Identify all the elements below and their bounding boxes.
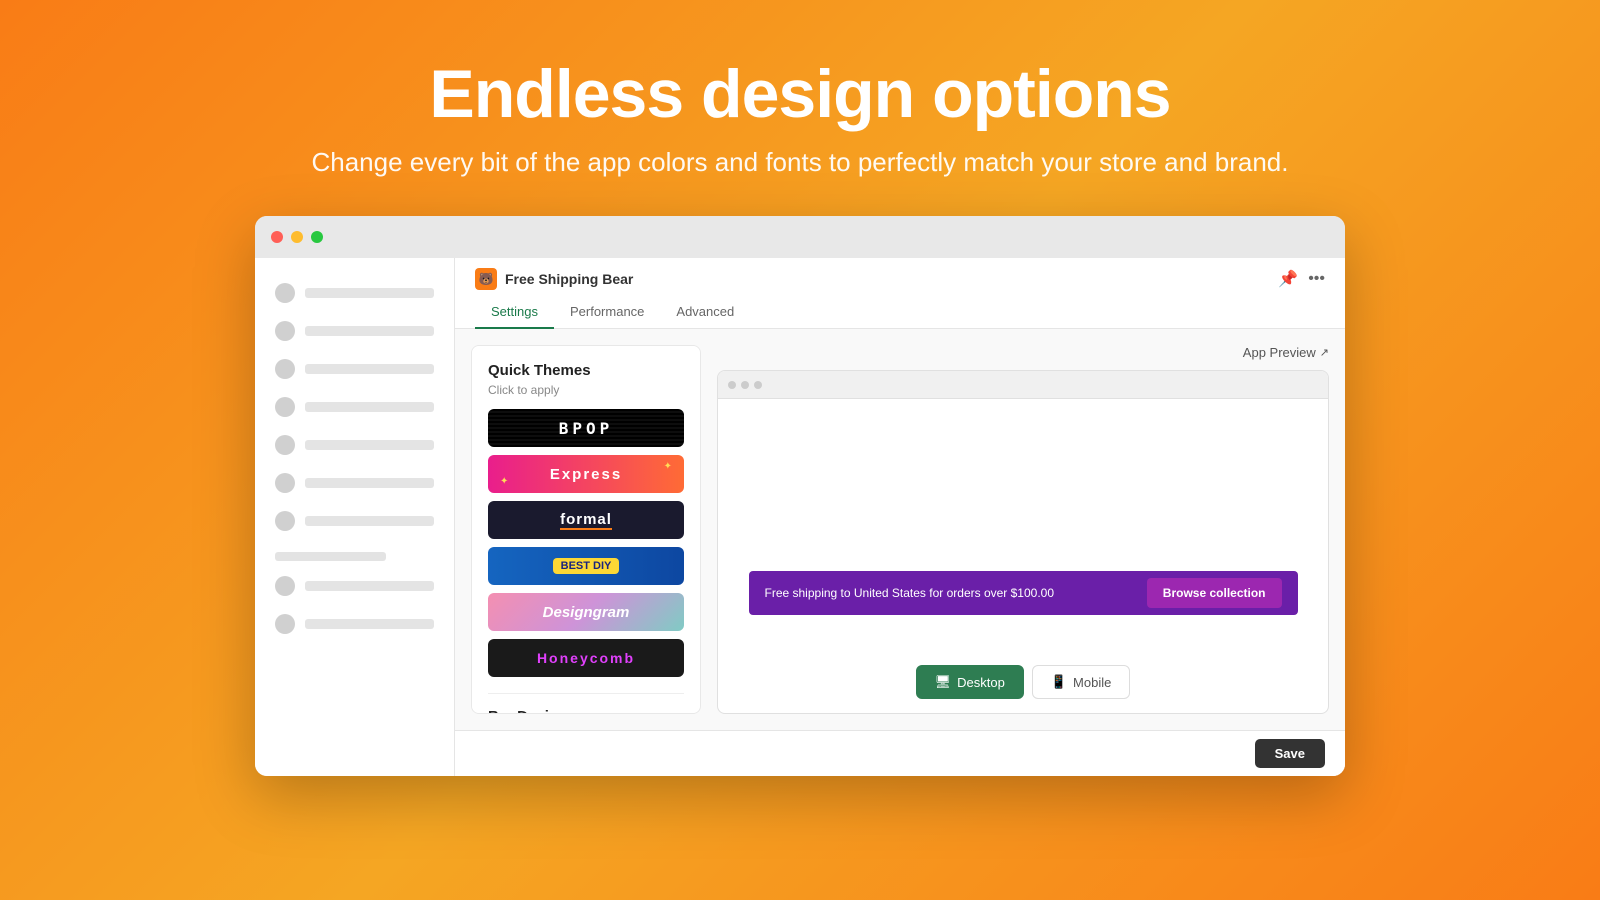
- sidebar-item-analytics[interactable]: [255, 426, 454, 464]
- mini-dot-1: [728, 381, 736, 389]
- app-preview-link[interactable]: App Preview ↗: [1243, 345, 1329, 360]
- browser-dot-yellow[interactable]: [291, 231, 303, 243]
- bar-design-section: Bar Design Toggle: [488, 693, 684, 714]
- app-preview-label: App Preview: [1243, 345, 1316, 360]
- sidebar-item-orders[interactable]: [255, 312, 454, 350]
- theme-honeycomb-label: Honeycomb: [537, 650, 635, 666]
- sidebar-label-online-store: [305, 581, 434, 591]
- mini-dot-2: [741, 381, 749, 389]
- sparkle-icon: ✦: [664, 461, 672, 472]
- sidebar: [255, 258, 455, 776]
- sidebar-label-home: [305, 288, 434, 298]
- tab-advanced[interactable]: Advanced: [660, 296, 750, 329]
- more-icon[interactable]: •••: [1308, 270, 1325, 288]
- browser-dot-red[interactable]: [271, 231, 283, 243]
- bar-design-title: Bar Design: [488, 708, 684, 714]
- browser-chrome: [255, 216, 1345, 258]
- browser-dot-green[interactable]: [311, 231, 323, 243]
- save-button[interactable]: Save: [1255, 739, 1325, 768]
- customers-icon: [275, 397, 295, 417]
- theme-bpop-label: BPOP: [559, 419, 614, 438]
- online-store-icon: [275, 576, 295, 596]
- sidebar-section: [255, 540, 454, 567]
- desktop-button[interactable]: 🖥 Desktop: [916, 665, 1024, 699]
- analytics-icon: [275, 435, 295, 455]
- hero-subtitle: Change every bit of the app colors and f…: [311, 147, 1288, 178]
- tab-settings[interactable]: Settings: [475, 296, 554, 329]
- app-title-right: 📌 •••: [1278, 269, 1325, 289]
- content-area: Quick Themes Click to apply BPOP Express…: [455, 329, 1345, 730]
- sidebar-label-customers: [305, 402, 434, 412]
- browse-collection-button[interactable]: Browse collection: [1147, 578, 1282, 608]
- app-bear-icon: 🐻: [475, 268, 497, 290]
- right-panel: App Preview ↗: [717, 345, 1329, 714]
- sidebar-label-analytics: [305, 440, 434, 450]
- sidebar-label-apps: [305, 516, 434, 526]
- app-title: Free Shipping Bear: [505, 271, 633, 287]
- quick-themes-subtitle: Click to apply: [488, 383, 684, 397]
- pos-icon: [275, 614, 295, 634]
- apps-icon: [275, 511, 295, 531]
- pin-icon[interactable]: 📌: [1278, 269, 1298, 289]
- desktop-icon: 🖥: [935, 674, 952, 690]
- hero-title: Endless design options: [429, 55, 1170, 133]
- external-link-icon: ↗: [1320, 346, 1329, 359]
- shipping-bar-text: Free shipping to United States for order…: [765, 586, 1055, 600]
- sidebar-label-pos: [305, 619, 434, 629]
- left-panel: Quick Themes Click to apply BPOP Express…: [471, 345, 701, 714]
- sidebar-item-products[interactable]: [255, 350, 454, 388]
- app-title-bar: 🐻 Free Shipping Bear 📌 •••: [475, 258, 1325, 296]
- tab-performance[interactable]: Performance: [554, 296, 660, 329]
- desktop-label: Desktop: [957, 675, 1005, 690]
- theme-bestdiy-label: BEST DIY: [553, 558, 620, 574]
- theme-express-label: Express: [550, 466, 622, 483]
- sidebar-item-discounts[interactable]: [255, 464, 454, 502]
- sidebar-item-customers[interactable]: [255, 388, 454, 426]
- preview-header: App Preview ↗: [717, 345, 1329, 360]
- preview-browser-chrome: [718, 371, 1328, 399]
- app-title-left: 🐻 Free Shipping Bear: [475, 268, 633, 290]
- theme-honeycomb[interactable]: Honeycomb: [488, 639, 684, 677]
- app-header: 🐻 Free Shipping Bear 📌 ••• Settings Perf…: [455, 258, 1345, 329]
- quick-themes-title: Quick Themes: [488, 362, 684, 379]
- browser-window: 🐻 Free Shipping Bear 📌 ••• Settings Perf…: [255, 216, 1345, 776]
- mobile-label: Mobile: [1073, 675, 1111, 690]
- mini-dot-3: [754, 381, 762, 389]
- save-footer: Save: [455, 730, 1345, 776]
- theme-express[interactable]: Express ✦ ✦: [488, 455, 684, 493]
- sparkle-icon-2: ✦: [500, 476, 508, 487]
- sidebar-item-online-store[interactable]: [255, 567, 454, 605]
- home-icon: [275, 283, 295, 303]
- preview-content: Free shipping to United States for order…: [718, 399, 1328, 665]
- theme-designgram-label: Designgram: [543, 604, 630, 621]
- products-icon: [275, 359, 295, 379]
- mobile-button[interactable]: 📱 Mobile: [1032, 665, 1130, 699]
- discounts-icon: [275, 473, 295, 493]
- sidebar-item-apps[interactable]: [255, 502, 454, 540]
- sidebar-item-point-of-sale[interactable]: [255, 605, 454, 643]
- sidebar-label-discounts: [305, 478, 434, 488]
- theme-designgram[interactable]: Designgram: [488, 593, 684, 631]
- theme-formal-label: formal: [560, 511, 612, 530]
- theme-bestdiy[interactable]: BEST DIY: [488, 547, 684, 585]
- main-panel: 🐻 Free Shipping Bear 📌 ••• Settings Perf…: [455, 258, 1345, 776]
- mobile-icon: 📱: [1051, 674, 1067, 690]
- browser-content: 🐻 Free Shipping Bear 📌 ••• Settings Perf…: [255, 258, 1345, 776]
- preview-browser: Free shipping to United States for order…: [717, 370, 1329, 714]
- app-tabs: Settings Performance Advanced: [475, 296, 1325, 328]
- sidebar-section-text: [275, 552, 386, 561]
- shipping-bar: Free shipping to United States for order…: [749, 571, 1298, 615]
- sidebar-item-home[interactable]: [255, 274, 454, 312]
- theme-formal[interactable]: formal: [488, 501, 684, 539]
- orders-icon: [275, 321, 295, 341]
- sidebar-label-products: [305, 364, 434, 374]
- sidebar-label-orders: [305, 326, 434, 336]
- theme-bpop[interactable]: BPOP: [488, 409, 684, 447]
